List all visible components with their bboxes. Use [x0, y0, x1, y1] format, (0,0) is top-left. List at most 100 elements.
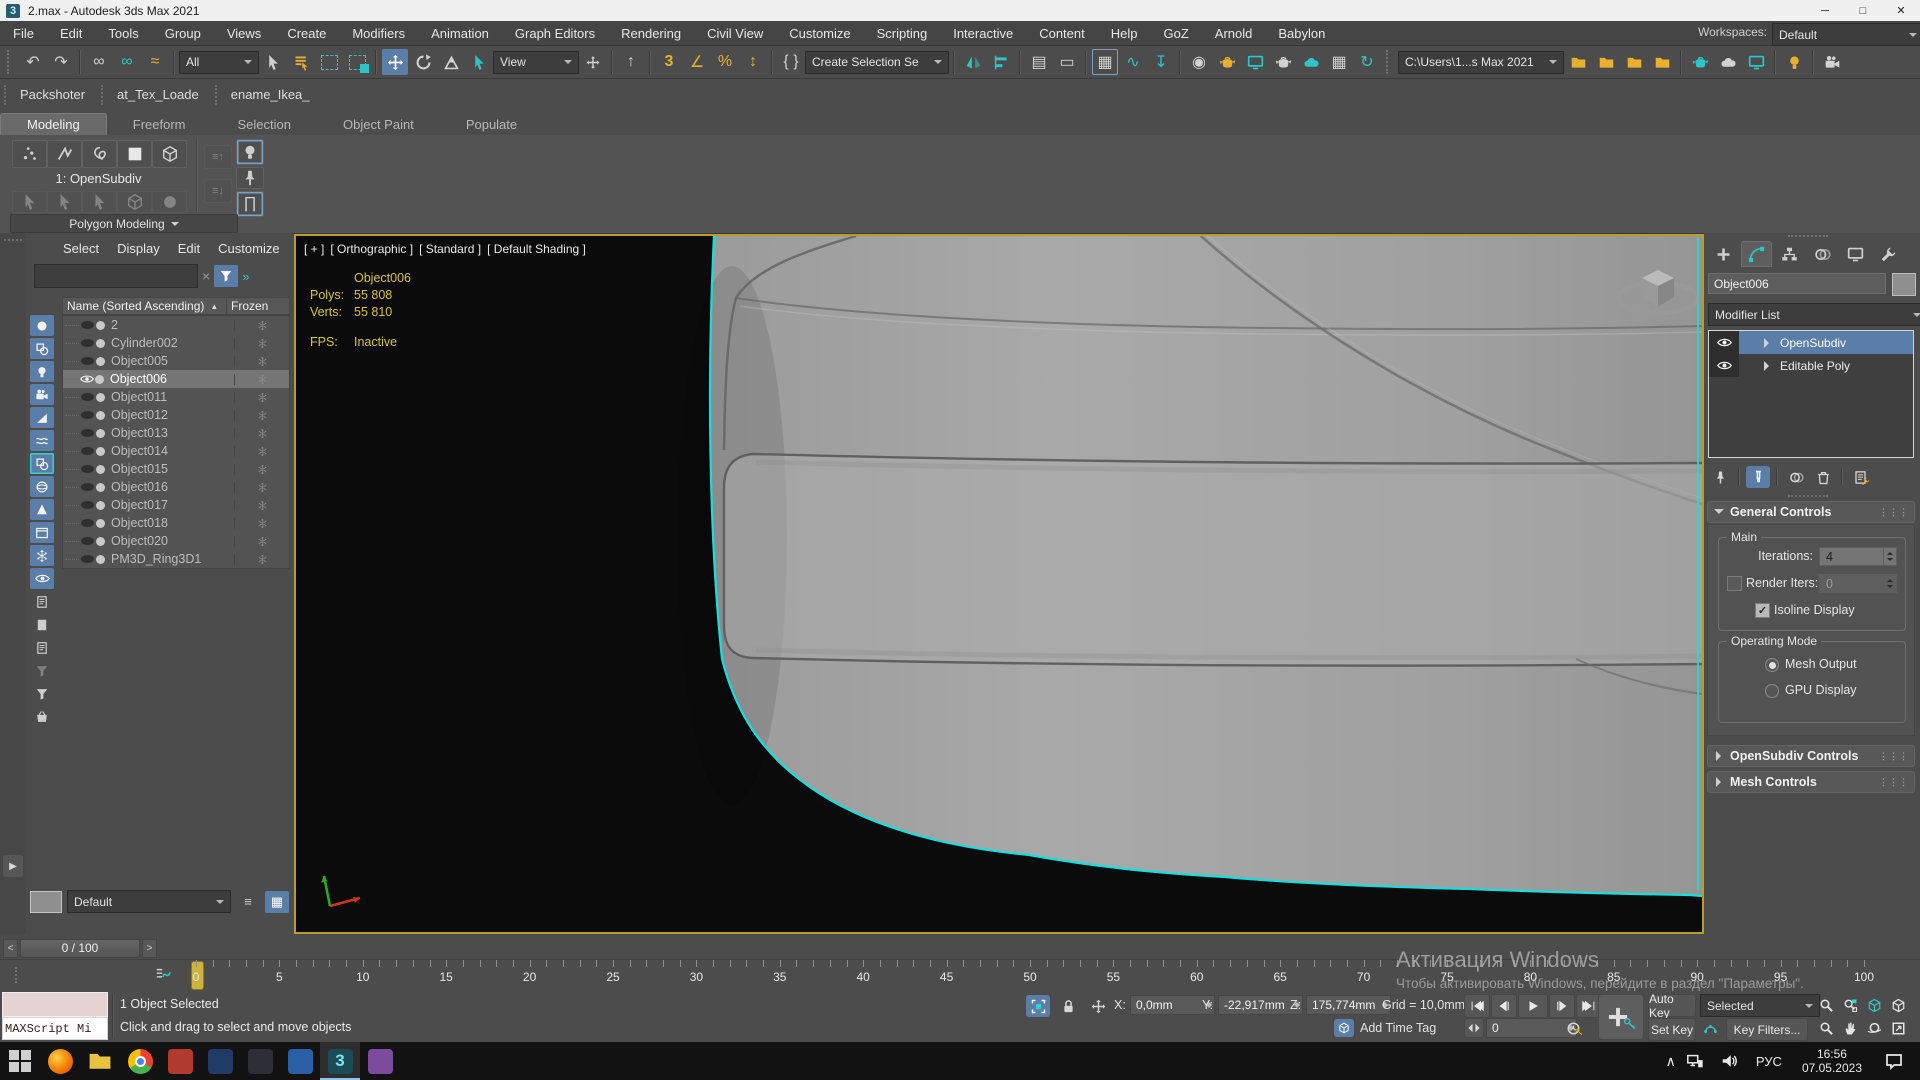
arnold-render-icon[interactable]: ↻	[1354, 49, 1380, 75]
layer-color-swatch[interactable]	[30, 891, 62, 913]
taskbar-app-red-icon[interactable]	[160, 1042, 200, 1080]
note-icon[interactable]	[30, 637, 54, 658]
frame-forward-button[interactable]: >	[142, 939, 157, 958]
minimize-button[interactable]: ─	[1806, 0, 1844, 21]
zoom-extents-icon[interactable]	[1862, 994, 1886, 1016]
menu-item[interactable]: Rendering	[608, 21, 694, 45]
display-cameras-icon[interactable]	[30, 384, 54, 405]
orbit-icon[interactable]	[1862, 1017, 1886, 1039]
object-row[interactable]: PM3D_Ring3D1	[63, 550, 289, 568]
menu-item[interactable]: Views	[214, 21, 274, 45]
isolate-layer-icon[interactable]: ▦	[265, 891, 289, 913]
modifier-row[interactable]: Editable Poly	[1709, 354, 1913, 377]
frozen-cell[interactable]	[234, 410, 289, 421]
display-particles-icon[interactable]	[30, 499, 54, 520]
closed-eye-icon[interactable]	[81, 465, 94, 473]
tweak-icon[interactable]	[12, 191, 47, 213]
menu-item[interactable]: Create	[274, 21, 339, 45]
angle-snap-icon[interactable]: ∠	[684, 49, 710, 75]
taskbar-file-explorer-icon[interactable]	[80, 1042, 120, 1080]
isolate-selection-icon[interactable]	[1026, 995, 1050, 1017]
taskbar-firefox-icon[interactable]	[40, 1042, 80, 1080]
add-time-tag[interactable]: Add Time Tag	[1360, 1021, 1436, 1035]
isoline-toggle-icon[interactable]: ∏	[236, 191, 264, 217]
window-crossing-icon[interactable]	[344, 49, 370, 75]
display-all-icon[interactable]	[30, 315, 54, 336]
frozen-cell[interactable]	[234, 338, 289, 349]
closed-eye-icon[interactable]	[81, 447, 94, 455]
closed-eye-icon[interactable]	[81, 537, 94, 545]
pin-stack-icon[interactable]	[1708, 466, 1732, 488]
object-name-field[interactable]: Object006	[1708, 273, 1886, 294]
menu-item[interactable]: Animation	[418, 21, 502, 45]
ribbon-tab[interactable]: Modeling	[0, 113, 107, 135]
rendered-frame-window-icon[interactable]	[1242, 49, 1268, 75]
object-row[interactable]: Object014	[63, 442, 289, 460]
more-options-chevrons-icon[interactable]: »	[242, 269, 249, 284]
ribbon-tab[interactable]: Populate	[440, 114, 543, 135]
display-bones-icon[interactable]	[30, 476, 54, 497]
percent-snap-icon[interactable]: %	[712, 49, 738, 75]
expand-arrow-icon[interactable]	[1764, 338, 1774, 348]
expand-document-icon[interactable]	[30, 591, 54, 612]
menu-item[interactable]: Content	[1026, 21, 1098, 45]
z-coordinate-field[interactable]: 175,774mm	[1306, 995, 1391, 1015]
menu-item[interactable]: Babylon	[1265, 21, 1338, 45]
mirror-icon[interactable]	[960, 49, 986, 75]
frame-window-icon[interactable]	[1743, 49, 1769, 75]
explorer-menu-item[interactable]: Customize	[209, 239, 288, 258]
ribbon-tab[interactable]: Selection	[212, 114, 317, 135]
frozen-cell[interactable]	[234, 464, 289, 475]
go-to-start-icon[interactable]	[1464, 994, 1490, 1018]
name-column-header[interactable]: Name (Sorted Ascending) ▲	[63, 298, 226, 314]
toggle-command-panel-icon[interactable]	[236, 139, 264, 165]
frozen-cell[interactable]	[234, 392, 289, 403]
search-filter-icon[interactable]	[214, 265, 238, 287]
expand-panel-button[interactable]: ▶	[3, 855, 23, 877]
vertex-mode-icon[interactable]	[12, 140, 47, 168]
mesh-output-radio[interactable]	[1765, 658, 1779, 672]
display-geometry-icon[interactable]	[30, 453, 54, 474]
project-folder-dropdown[interactable]: C:\Users\1...s Max 2021	[1398, 51, 1564, 74]
redo-button[interactable]: ↷	[48, 49, 74, 75]
make-unique-icon[interactable]	[1784, 466, 1808, 488]
set-key-button[interactable]: Set Key	[1648, 1018, 1696, 1041]
menu-item[interactable]: GoZ	[1151, 21, 1202, 45]
frozen-cell[interactable]	[234, 500, 289, 511]
modifier-list-dropdown[interactable]: Modifier List	[1708, 303, 1920, 326]
render-production-icon[interactable]	[1270, 49, 1296, 75]
frozen-cell[interactable]	[234, 554, 289, 565]
docked-tab[interactable]: at_Tex_Loade	[97, 79, 211, 110]
select-and-manipulate-icon[interactable]: ↑	[618, 49, 644, 75]
create-tab-icon[interactable]	[1708, 241, 1739, 267]
menu-item[interactable]: Help	[1098, 21, 1151, 45]
layer-explorer-icon[interactable]: ▤	[1026, 49, 1052, 75]
closed-eye-icon[interactable]	[81, 357, 94, 365]
modify-tab-icon[interactable]	[1741, 241, 1772, 267]
volume-icon[interactable]	[1720, 1052, 1738, 1070]
closed-eye-icon[interactable]	[81, 411, 94, 419]
toggle-ribbon-icon[interactable]: ▭	[1054, 49, 1080, 75]
iterations-field[interactable]: 4	[1819, 547, 1897, 566]
select-and-rotate-icon[interactable]	[410, 49, 436, 75]
preview-cage-icon[interactable]	[117, 191, 152, 213]
display-frozen-icon[interactable]	[30, 545, 54, 566]
curve-editor-icon[interactable]: ∿	[1120, 49, 1146, 75]
maximize-button[interactable]: □	[1844, 0, 1882, 21]
object-row[interactable]: 2	[63, 316, 289, 334]
project-structure-icon[interactable]	[1621, 49, 1647, 75]
language-indicator[interactable]: РУС	[1756, 1054, 1782, 1069]
default-lighting-icon[interactable]	[1781, 49, 1807, 75]
object-row[interactable]: Object015	[63, 460, 289, 478]
menu-item[interactable]: Group	[152, 21, 214, 45]
show-end-result-icon[interactable]	[1746, 466, 1770, 488]
named-selection-set-dropdown[interactable]: Create Selection Se	[805, 51, 949, 74]
object-row[interactable]: Object006	[63, 370, 289, 388]
ribbon-tab[interactable]: Freeform	[107, 114, 212, 135]
material-editor-icon[interactable]: ◉	[1186, 49, 1212, 75]
menu-item[interactable]: Tools	[95, 21, 151, 45]
closed-eye-icon[interactable]	[81, 321, 94, 329]
zoom-all-icon[interactable]	[1838, 994, 1862, 1016]
basket-icon[interactable]	[30, 706, 54, 727]
viewport-menu[interactable]: [ Orthographic ]	[330, 242, 413, 256]
